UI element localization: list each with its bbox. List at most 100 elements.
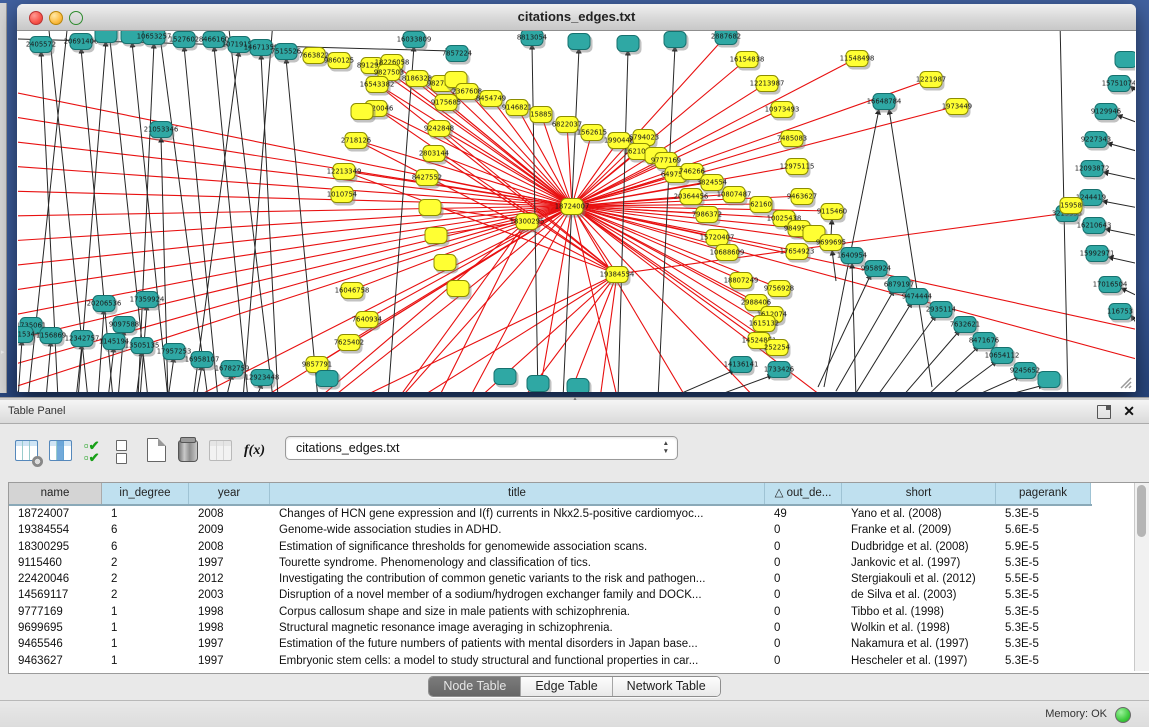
tab-network-table[interactable]: Network Table — [613, 677, 720, 696]
graph-node[interactable]: 12213349 — [327, 164, 362, 183]
graph-node[interactable]: 1221987 — [916, 72, 946, 91]
table-cell[interactable]: Structural magnetic resonance image aver… — [270, 620, 765, 636]
graph-edge[interactable] — [261, 54, 278, 392]
table-cell[interactable]: 2003 — [189, 587, 270, 603]
graph-node[interactable]: 9958924 — [861, 261, 891, 280]
graph-node[interactable]: 1562615 — [577, 125, 607, 144]
table-cell[interactable]: 5.3E-5 — [996, 555, 1091, 571]
graph-edge[interactable] — [318, 221, 527, 392]
table-cell[interactable]: 5.3E-5 — [996, 587, 1091, 603]
table-cell[interactable]: 5.3E-5 — [996, 653, 1091, 669]
scrollbar-thumb[interactable] — [1137, 485, 1146, 537]
table-cell[interactable]: Stergiakouli et al. (2012) — [842, 571, 996, 587]
table-cell[interactable]: Embryonic stem cells: a model to study s… — [270, 653, 765, 669]
table-cell[interactable]: 2 — [102, 587, 189, 603]
table-cell[interactable]: 5.5E-5 — [996, 571, 1091, 587]
graph-node[interactable]: 9242848 — [424, 121, 454, 140]
table-cell[interactable]: Franke et al. (2009) — [842, 522, 996, 538]
graph-edge[interactable] — [398, 221, 527, 392]
graph-edge[interactable] — [818, 274, 871, 387]
graph-node[interactable]: 2935114 — [926, 302, 956, 321]
tab-node-table[interactable]: Node Table — [429, 677, 521, 696]
graph-node[interactable]: 9756928 — [764, 281, 794, 300]
table-cell[interactable]: Tibbo et al. (1998) — [842, 604, 996, 620]
table-cell[interactable]: 1997 — [189, 653, 270, 669]
graph-node[interactable]: 62160 — [750, 197, 775, 216]
hidden-panel-handle-icon[interactable]: ▸ — [1, 348, 5, 357]
table-settings-button[interactable] — [14, 438, 40, 464]
table-cell[interactable]: 5.3E-5 — [996, 636, 1091, 652]
table-cell[interactable]: Jankovic et al. (1997) — [842, 555, 996, 571]
graph-edge[interactable] — [98, 309, 104, 392]
table-cell[interactable]: Corpus callosum shape and size in male p… — [270, 604, 765, 620]
graph-node[interactable]: 9129946 — [1091, 104, 1121, 123]
graph-node[interactable]: 7640934 — [352, 312, 382, 331]
graph-node[interactable]: 20206536 — [87, 296, 122, 315]
column-header-pagerank[interactable]: pagerank — [996, 483, 1091, 504]
graph-node[interactable]: 8427552 — [412, 170, 442, 189]
table-row[interactable]: 1872400712008Changes of HCN gene express… — [9, 506, 1092, 522]
graph-node[interactable]: 18807249 — [724, 273, 759, 292]
graph-node[interactable] — [527, 376, 552, 393]
table-cell[interactable]: Changes of HCN gene expression and I(f) … — [270, 506, 765, 522]
graph-edge[interactable] — [1108, 257, 1135, 265]
graph-node[interactable]: 7515526 — [271, 44, 301, 63]
table-cell[interactable]: 19384554 — [9, 522, 102, 538]
graph-node[interactable]: 16210643 — [1077, 218, 1112, 237]
graph-node[interactable]: 2887682 — [711, 31, 741, 48]
table-cell[interactable]: 0 — [765, 653, 842, 669]
graph-node[interactable]: 9227343 — [1081, 132, 1111, 151]
table-cell[interactable]: 5.9E-5 — [996, 539, 1091, 555]
table-cell[interactable]: 1 — [102, 653, 189, 669]
table-cell[interactable]: 2008 — [189, 539, 270, 555]
table-cell[interactable]: 0 — [765, 539, 842, 555]
table-cell[interactable]: 6 — [102, 539, 189, 555]
graph-edge[interactable] — [286, 58, 318, 392]
graph-edge[interactable] — [46, 341, 51, 392]
graph-node[interactable]: 9146821 — [502, 100, 532, 119]
table-cell[interactable]: Tourette syndrome. Phenomenology and cla… — [270, 555, 765, 571]
table-cell[interactable]: 0 — [765, 522, 842, 538]
graph-node[interactable] — [434, 255, 459, 274]
table-cell[interactable]: 1 — [102, 620, 189, 636]
show-columns-button[interactable] — [48, 438, 74, 464]
graph-edge[interactable] — [1117, 115, 1135, 125]
graph-node[interactable]: 7986372 — [692, 207, 722, 226]
graph-node[interactable] — [95, 31, 120, 46]
graph-node[interactable]: 9097588 — [109, 317, 139, 336]
table-cell[interactable]: 2009 — [189, 522, 270, 538]
graph-node[interactable] — [568, 34, 593, 53]
graph-node[interactable]: 16648784 — [867, 94, 902, 113]
function-builder-button[interactable]: f(x) — [244, 438, 270, 464]
graph-edge[interactable] — [18, 116, 572, 206]
table-cell[interactable]: Estimation of significance thresholds fo… — [270, 539, 765, 555]
table-scrollbar[interactable] — [1134, 483, 1149, 671]
table-cell[interactable]: Dudbridge et al. (2008) — [842, 539, 996, 555]
table-row[interactable]: 1830029562008Estimation of significance … — [9, 539, 1092, 555]
graph-node[interactable]: 15885 — [530, 107, 555, 126]
graph-edge[interactable] — [214, 46, 248, 392]
table-cell[interactable]: 5.3E-5 — [996, 604, 1091, 620]
table-cell[interactable]: 1997 — [189, 555, 270, 571]
graph-node[interactable] — [419, 200, 444, 219]
network-graph[interactable]: 2405572206914061065325715276028466160107… — [18, 31, 1135, 392]
graph-node[interactable]: 20691406 — [64, 34, 99, 53]
table-cell[interactable]: de Silva et al. (2003) — [842, 587, 996, 603]
table-cell[interactable]: 22420046 — [9, 571, 102, 587]
table-cell[interactable]: 0 — [765, 587, 842, 603]
graph-edge[interactable] — [1103, 172, 1135, 181]
graph-node[interactable]: 12975115 — [780, 159, 815, 178]
table-row[interactable]: 969969511998Structural magnetic resonanc… — [9, 620, 1092, 636]
table-row[interactable]: 946362711997Embryonic stem cells: a mode… — [9, 653, 1092, 669]
graph-node[interactable]: 7485083 — [777, 131, 807, 150]
graph-edge[interactable] — [924, 346, 979, 392]
table-cell[interactable]: 9463627 — [9, 653, 102, 669]
graph-node[interactable]: 1615132 — [749, 316, 779, 335]
float-panel-icon[interactable] — [1097, 405, 1111, 419]
table-cell[interactable]: 5.6E-5 — [996, 522, 1091, 538]
graph-node[interactable]: 10973493 — [765, 102, 800, 121]
graph-edge[interactable] — [856, 302, 912, 392]
graph-node[interactable]: 1010754 — [327, 187, 357, 206]
graph-node[interactable] — [447, 281, 472, 300]
graph-edge[interactable] — [658, 46, 675, 392]
